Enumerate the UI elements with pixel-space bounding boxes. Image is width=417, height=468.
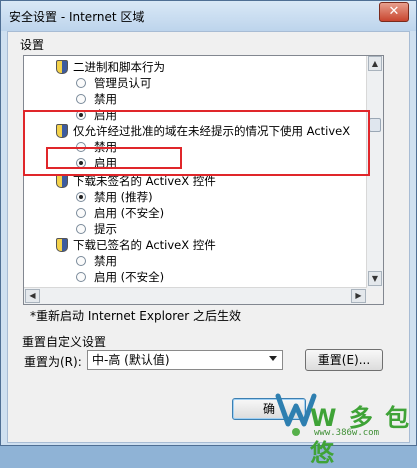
scrollbar-corner (366, 288, 383, 304)
setting-category: 二进制和脚本行为 (56, 59, 165, 75)
setting-label: 二进制和脚本行为 (73, 60, 165, 74)
close-button[interactable]: ✕ (379, 2, 409, 22)
setting-label: 下载未签名的 ActiveX 控件 (73, 174, 216, 188)
chevron-down-icon (269, 356, 277, 361)
setting-label: 管理员认可 (94, 76, 152, 90)
security-level-value: 中-高 (默认值) (92, 353, 170, 367)
setting-option[interactable]: 禁用 (76, 91, 117, 107)
radio-unselected-icon[interactable] (76, 77, 86, 88)
security-shield-icon (56, 59, 68, 74)
radio-selected-icon[interactable] (76, 191, 86, 202)
setting-option[interactable]: 提示 (76, 221, 117, 237)
restart-note: *重新启动 Internet Explorer 之后生效 (30, 309, 242, 323)
window-title: 安全设置 - Internet 区域 (9, 10, 145, 24)
reset-group-title: 重置自定义设置 (22, 335, 107, 349)
title-bar[interactable]: 安全设置 - Internet 区域 ✕ (1, 1, 416, 31)
setting-label: 启用 (不安全) (94, 270, 165, 284)
vertical-scrollbar[interactable]: ▲ ▼ (366, 56, 383, 304)
setting-label: 禁用 (94, 254, 117, 268)
security-shield-icon (56, 237, 68, 252)
scroll-left-arrow-icon[interactable]: ◀ (25, 289, 40, 303)
radio-unselected-icon[interactable] (76, 93, 86, 104)
setting-option[interactable]: 启用 (不安全) (76, 205, 164, 221)
setting-label: 启用 (不安全) (94, 206, 165, 220)
settings-label: 设置 (20, 38, 45, 52)
scroll-up-arrow-icon[interactable]: ▲ (368, 56, 382, 71)
security-level-select[interactable]: 中-高 (默认值) (87, 350, 283, 370)
settings-listbox[interactable]: 二进制和脚本行为 管理员认可 禁用 启用 仅允许经过批准的域在未经提示的情况下使用 Ac… (23, 55, 384, 305)
setting-label: 提示 (94, 222, 117, 236)
reset-button[interactable]: 重置(E)... (305, 349, 383, 371)
setting-label: 禁用 (推荐) (94, 190, 153, 204)
radio-unselected-icon[interactable] (76, 271, 86, 282)
setting-label: 下载已签名的 ActiveX 控件 (73, 238, 216, 252)
site-watermark-logo: W 多 包 悠 www.386w.com (270, 388, 416, 467)
radio-unselected-icon[interactable] (76, 207, 86, 218)
watermark-url: www.386w.com (314, 428, 380, 438)
setting-category: 下载已签名的 ActiveX 控件 (56, 237, 216, 253)
radio-unselected-icon[interactable] (76, 255, 86, 266)
scroll-down-arrow-icon[interactable]: ▼ (368, 271, 382, 286)
scroll-thumb[interactable] (369, 118, 381, 132)
reset-to-label: 重置为(R): (24, 355, 82, 369)
setting-option[interactable]: 禁用 (76, 253, 117, 269)
radio-unselected-icon[interactable] (76, 223, 86, 234)
setting-label: 禁用 (94, 92, 117, 106)
setting-option[interactable]: 禁用 (推荐) (76, 189, 153, 205)
setting-option[interactable]: 启用 (不安全) (76, 269, 164, 285)
highlight-box-enable (46, 147, 182, 169)
scroll-right-arrow-icon[interactable]: ▶ (351, 289, 366, 303)
setting-option[interactable]: 管理员认可 (76, 75, 152, 91)
horizontal-scrollbar[interactable]: ◀ ▶ (24, 287, 367, 304)
